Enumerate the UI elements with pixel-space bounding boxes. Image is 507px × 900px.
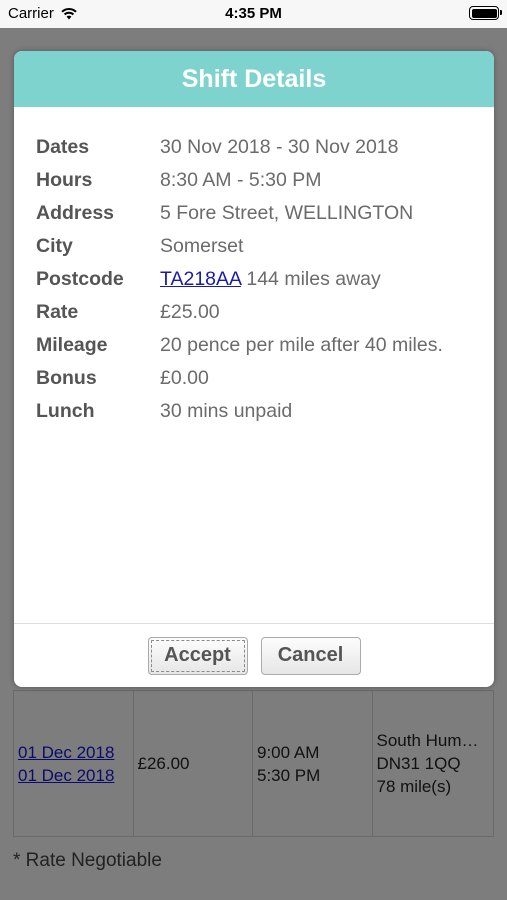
detail-row-bonus: Bonus £0.00 [36, 362, 472, 395]
shift-postcode: DN31 1QQ [376, 754, 461, 773]
battery-icon [469, 6, 502, 20]
shift-start-date-link[interactable]: 01 Dec 2018 [18, 741, 129, 764]
detail-row-lunch: Lunch 30 mins unpaid [36, 395, 472, 428]
detail-value: £25.00 [160, 301, 220, 323]
detail-value: Somerset [160, 235, 244, 257]
detail-label: Lunch [36, 400, 95, 422]
detail-value: £0.00 [160, 367, 209, 389]
postcode-distance: 144 miles away [240, 268, 381, 290]
shift-location-cell: South Hum… DN31 1QQ 78 mile(s) [373, 691, 494, 836]
shift-location: South Hum… [376, 731, 479, 750]
status-bar: Carrier 4:35 PM [0, 0, 507, 28]
detail-label: Address [36, 202, 115, 224]
detail-row-city: City Somerset [36, 230, 472, 263]
shift-rate: £26.00 [137, 754, 190, 773]
status-time: 4:35 PM [225, 5, 282, 22]
detail-row-mileage: Mileage 20 pence per mile after 40 miles… [36, 329, 472, 362]
postcode-link[interactable]: TA218AA [160, 268, 241, 290]
shift-dates-cell[interactable]: 01 Dec 2018 01 Dec 2018 [14, 691, 134, 836]
detail-value: 30 Nov 2018 - 30 Nov 2018 [160, 136, 399, 158]
shift-details-list: Dates 30 Nov 2018 - 30 Nov 2018 Hours 8:… [14, 107, 494, 428]
shift-distance: 78 mile(s) [376, 777, 452, 796]
rate-negotiable-note: * Rate Negotiable [13, 850, 162, 871]
detail-label: Rate [36, 301, 79, 323]
shift-rate-cell: £26.00 [134, 691, 253, 836]
shift-hours-cell: 9:00 AM 5:30 PM [253, 691, 373, 836]
detail-value: 8:30 AM - 5:30 PM [160, 169, 322, 191]
detail-value: 30 mins unpaid [160, 400, 293, 422]
detail-value: 5 Fore Street, WELLINGTON [160, 202, 414, 224]
detail-value: 20 pence per mile after 40 miles. [160, 334, 443, 356]
modal-footer: Accept Cancel [14, 623, 494, 687]
detail-value-postcode: TA218AA 144 miles away [160, 268, 381, 291]
detail-row-hours: Hours 8:30 AM - 5:30 PM [36, 164, 472, 197]
detail-label: City [36, 235, 73, 257]
shift-time-end: 5:30 PM [257, 765, 321, 785]
cancel-button[interactable]: Cancel [260, 636, 361, 675]
detail-row-rate: Rate £25.00 [36, 296, 472, 329]
detail-label: Bonus [36, 367, 97, 389]
shift-time-start: 9:00 AM [257, 742, 320, 762]
detail-label: Dates [36, 136, 90, 158]
detail-row-postcode: Postcode TA218AA 144 miles away [36, 263, 472, 296]
shift-table-row[interactable]: 01 Dec 2018 01 Dec 2018 £26.00 9:00 AM 5… [13, 690, 494, 837]
detail-label: Postcode [36, 268, 124, 290]
detail-label: Mileage [36, 334, 108, 356]
shift-details-modal: Shift Details Dates 30 Nov 2018 - 30 Nov… [14, 51, 494, 687]
detail-label: Hours [36, 169, 93, 191]
detail-row-dates: Dates 30 Nov 2018 - 30 Nov 2018 [36, 131, 472, 164]
modal-title: Shift Details [181, 64, 327, 93]
shift-end-date-link[interactable]: 01 Dec 2018 [18, 764, 129, 787]
accept-button[interactable]: Accept [147, 636, 248, 675]
detail-row-address: Address 5 Fore Street, WELLINGTON [36, 197, 472, 230]
modal-header: Shift Details [14, 51, 494, 107]
